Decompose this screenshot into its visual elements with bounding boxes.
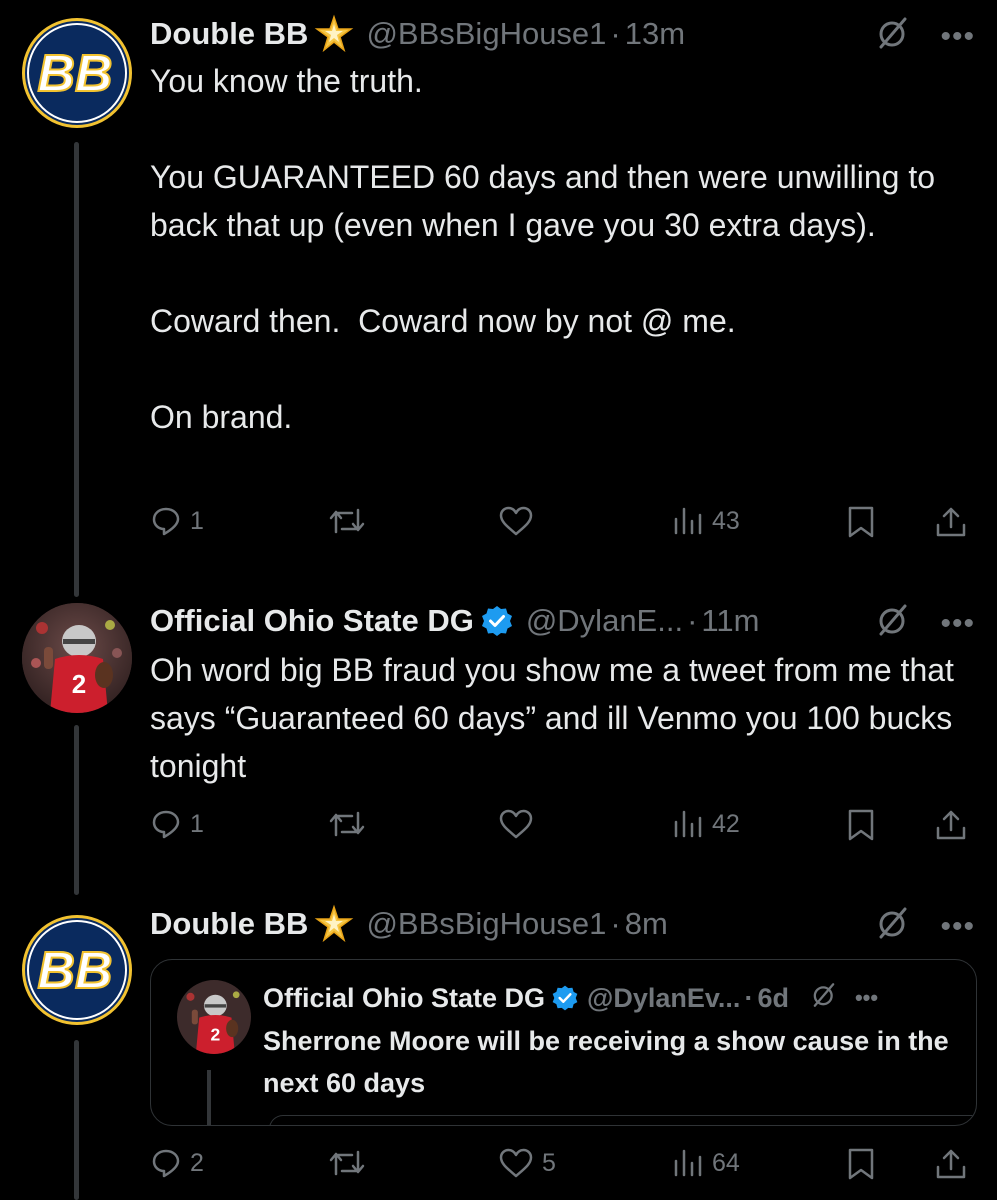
share-button[interactable] xyxy=(934,505,968,539)
share-button[interactable] xyxy=(934,1147,968,1181)
reply-icon xyxy=(152,1149,180,1178)
quoted-avatar[interactable]: 2 xyxy=(177,980,251,1054)
quoted-media-card xyxy=(269,1115,976,1125)
tweet-header: Official Ohio State DG @DylanE... · 11m … xyxy=(150,599,997,643)
avatar-ohio-state-dg[interactable]: 2 xyxy=(22,603,132,713)
quoted-text: Sherrone Moore will be receiving a show … xyxy=(263,1026,949,1098)
reply-button[interactable]: 1 xyxy=(150,808,204,840)
grok-icon[interactable] xyxy=(876,603,910,645)
quoted-header: Official Ohio State DG @DylanEv... · 6d … xyxy=(263,980,962,1016)
share-icon xyxy=(936,507,966,537)
grok-icon[interactable] xyxy=(876,16,910,58)
bookmark-button[interactable] xyxy=(846,808,876,842)
heart-icon xyxy=(499,809,533,839)
svg-text:2: 2 xyxy=(210,1025,220,1045)
tweet-2[interactable]: 2 Official Ohio State DG @DylanE... · 11… xyxy=(0,597,997,897)
tweet-header: Double BB @BBsBigHouse1 · 8m ••• xyxy=(150,902,997,946)
avatar-logo-text: BB xyxy=(37,45,112,103)
svg-text:2: 2 xyxy=(72,669,86,699)
view-count: 42 xyxy=(712,809,740,838)
timestamp[interactable]: 8m xyxy=(625,906,668,942)
tweet-text: Oh word big BB fraud you show me a tweet… xyxy=(150,652,963,784)
thread-line xyxy=(74,725,79,895)
repost-button[interactable] xyxy=(328,808,374,840)
separator-dot: · xyxy=(610,16,621,51)
star-badge-icon xyxy=(314,904,354,944)
author-name[interactable]: Double BB xyxy=(150,906,308,942)
like-button[interactable] xyxy=(498,505,542,537)
avatar-double-bb[interactable]: BB xyxy=(22,18,132,128)
separator-dot: · xyxy=(687,603,698,638)
quoted-thread-line xyxy=(207,1070,211,1125)
quoted-tweet[interactable]: 2 Official Ohio State DG @DylanEv... · 6… xyxy=(150,959,977,1126)
tweet-header: Double BB @BBsBigHouse1 · 13m ••• xyxy=(150,12,997,56)
reply-count: 2 xyxy=(190,1148,204,1177)
author-name[interactable]: Double BB xyxy=(150,16,308,52)
views-button[interactable]: 43 xyxy=(672,505,740,537)
author-handle[interactable]: @BBsBigHouse1 xyxy=(366,16,606,52)
share-icon xyxy=(936,810,966,840)
reply-count: 1 xyxy=(190,506,204,535)
tweet-3[interactable]: BB Double BB @BBsBigHouse1 · 8m ••• 2 Of… xyxy=(0,895,997,1200)
repost-icon xyxy=(329,811,365,837)
grok-icon xyxy=(811,982,837,1015)
repost-icon xyxy=(329,1150,365,1176)
heart-icon xyxy=(499,506,533,536)
action-bar: 2 5 64 xyxy=(150,1145,980,1185)
views-icon xyxy=(674,507,702,535)
timestamp[interactable]: 13m xyxy=(625,16,685,52)
repost-icon xyxy=(329,508,365,534)
like-count: 5 xyxy=(542,1148,556,1177)
more-options-icon[interactable]: ••• xyxy=(940,607,975,641)
quoted-author-name: Official Ohio State DG xyxy=(263,982,546,1013)
bookmark-icon xyxy=(848,506,874,538)
action-bar: 1 43 xyxy=(150,503,980,543)
like-button[interactable] xyxy=(498,808,542,840)
repost-button[interactable] xyxy=(328,1147,374,1179)
grok-icon[interactable] xyxy=(876,906,910,948)
share-icon xyxy=(936,1149,966,1179)
verified-badge-icon xyxy=(551,984,579,1012)
view-count: 43 xyxy=(712,506,740,535)
thread-line xyxy=(74,1040,79,1200)
repost-button[interactable] xyxy=(328,505,374,537)
views-icon xyxy=(674,810,702,838)
bookmark-button[interactable] xyxy=(846,505,876,539)
views-button[interactable]: 42 xyxy=(672,808,740,840)
action-bar: 1 42 xyxy=(150,806,980,846)
reply-count: 1 xyxy=(190,809,204,838)
star-badge-icon xyxy=(314,14,354,54)
heart-icon xyxy=(499,1148,533,1178)
tweet-1[interactable]: BB Double BB @BBsBigHouse1 · 13m ••• You… xyxy=(0,0,997,600)
bookmark-icon xyxy=(848,1148,874,1180)
reply-icon xyxy=(152,810,180,839)
author-handle[interactable]: @DylanE... xyxy=(526,603,683,639)
reply-icon xyxy=(152,507,180,536)
bookmark-icon xyxy=(848,809,874,841)
reply-button[interactable]: 2 xyxy=(150,1147,204,1179)
avatar-logo-text: BB xyxy=(37,942,112,1000)
timestamp[interactable]: 11m xyxy=(701,603,759,639)
bookmark-button[interactable] xyxy=(846,1147,876,1181)
quoted-author-handle: @DylanEv... xyxy=(587,982,741,1013)
views-icon xyxy=(674,1149,702,1177)
views-button[interactable]: 64 xyxy=(672,1147,740,1179)
quoted-timestamp: 6d xyxy=(757,982,789,1013)
verified-badge-icon xyxy=(480,604,514,638)
like-button[interactable]: 5 xyxy=(498,1147,556,1179)
more-options-icon: ••• xyxy=(854,985,879,1010)
view-count: 64 xyxy=(712,1148,740,1177)
thread-line xyxy=(74,142,79,597)
author-name[interactable]: Official Ohio State DG xyxy=(150,603,474,639)
tweet-text: You know the truth. You GUARANTEED 60 da… xyxy=(150,63,936,435)
separator-dot: · xyxy=(610,906,621,941)
author-handle[interactable]: @BBsBigHouse1 xyxy=(366,906,606,942)
share-button[interactable] xyxy=(934,808,968,842)
more-options-icon[interactable]: ••• xyxy=(940,910,975,944)
reply-button[interactable]: 1 xyxy=(150,505,204,537)
more-options-icon[interactable]: ••• xyxy=(940,20,975,54)
separator-dot: · xyxy=(744,982,754,1013)
avatar-double-bb[interactable]: BB xyxy=(22,915,132,1025)
